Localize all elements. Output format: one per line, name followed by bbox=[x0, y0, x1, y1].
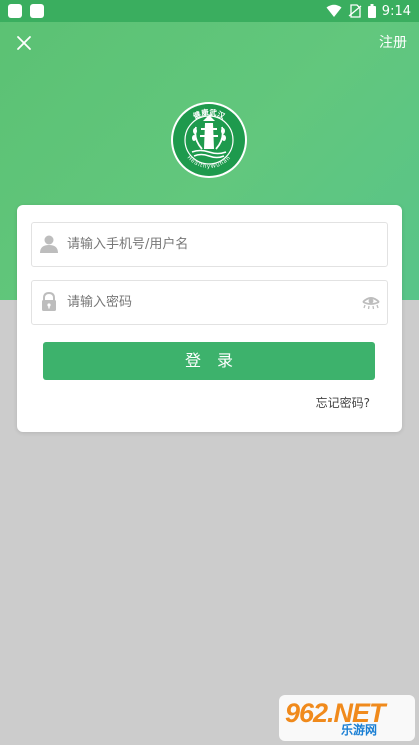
user-icon bbox=[40, 235, 58, 253]
username-placeholder: 请输入手机号/用户名 bbox=[67, 237, 189, 252]
close-icon bbox=[17, 36, 31, 50]
healthy-wuhan-logo: 健康武汉 HealthyWuhan bbox=[170, 101, 248, 179]
login-button[interactable]: 登录 bbox=[43, 342, 375, 380]
eye-icon[interactable] bbox=[362, 294, 380, 310]
wifi-icon bbox=[326, 4, 342, 17]
password-placeholder: 请输入密码 bbox=[67, 295, 133, 310]
username-field[interactable]: 请输入手机号/用户名 bbox=[31, 222, 388, 267]
login-card: 请输入手机号/用户名 请输入密码 登录 忘记密码? bbox=[17, 205, 402, 432]
register-link[interactable]: 注册 bbox=[379, 34, 407, 52]
no-sim-icon bbox=[348, 4, 362, 18]
forgot-password-link[interactable]: 忘记密码? bbox=[316, 395, 370, 411]
close-button[interactable] bbox=[12, 31, 36, 55]
notification-icon bbox=[30, 4, 44, 18]
status-time: 9:14 bbox=[381, 3, 411, 19]
notification-icon bbox=[8, 4, 22, 18]
watermark: 962.NET 乐游网 bbox=[279, 695, 415, 741]
battery-icon bbox=[367, 4, 376, 18]
status-right: 9:14 bbox=[326, 0, 411, 22]
status-bar: 9:14 bbox=[0, 0, 419, 22]
lock-icon bbox=[42, 292, 56, 311]
password-field[interactable]: 请输入密码 bbox=[31, 280, 388, 325]
watermark-sub: 乐游网 bbox=[341, 723, 378, 737]
logo-emblem-icon: 健康武汉 HealthyWuhan bbox=[171, 102, 247, 178]
